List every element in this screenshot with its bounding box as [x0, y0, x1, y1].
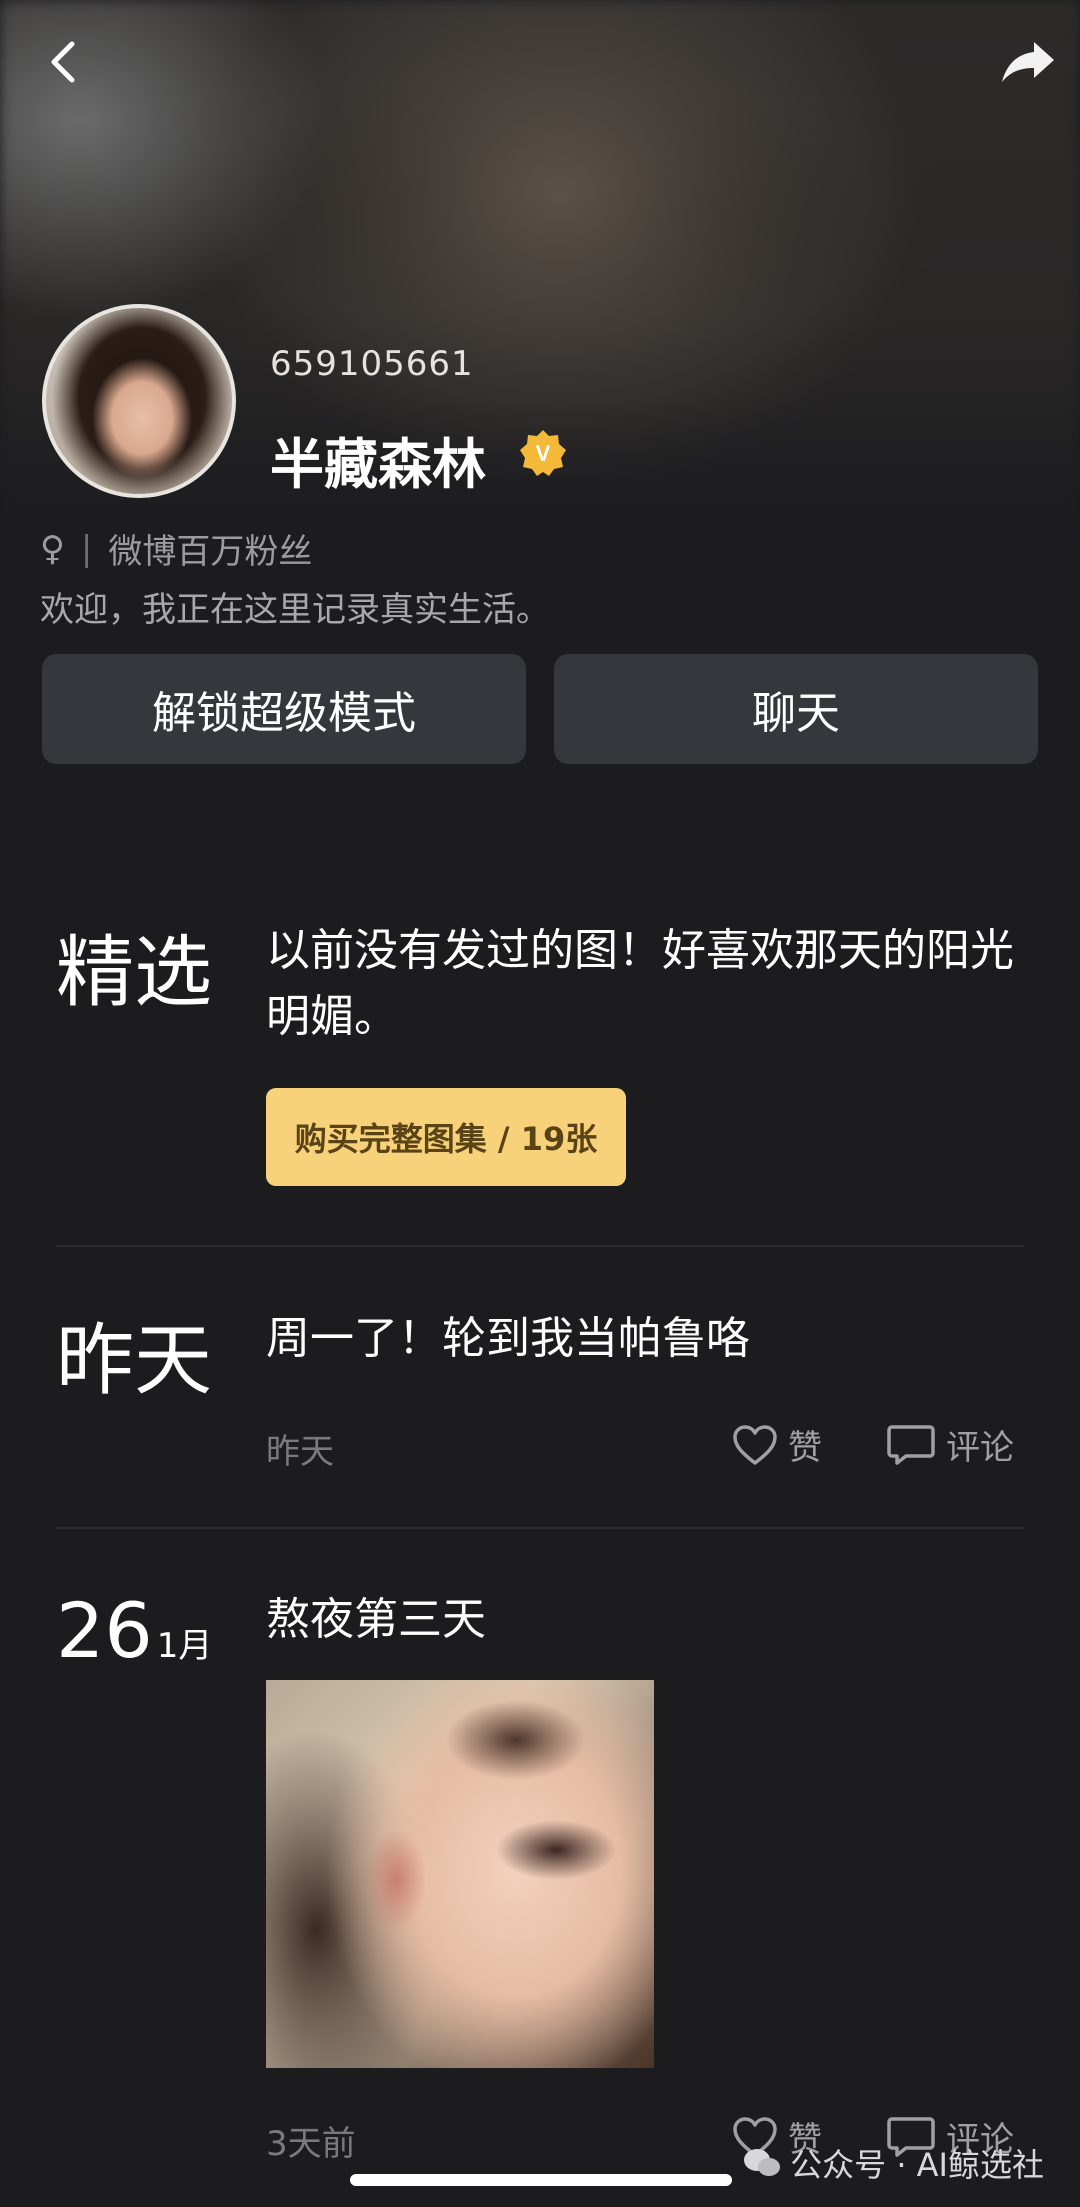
post-time: 昨天 [266, 1432, 334, 1472]
back-icon [51, 41, 75, 83]
like-label: 赞 [788, 1428, 822, 1468]
post-date-month: 1月 [156, 1626, 213, 1666]
gender-icon: ♀ [40, 528, 65, 569]
unlock-super-mode-button[interactable]: 解锁超级模式 [42, 654, 526, 764]
meta-separator: | [80, 528, 93, 569]
avatar[interactable] [42, 304, 236, 498]
buy-album-button[interactable]: 购买完整图集 / 19张 [266, 1088, 626, 1186]
chat-button[interactable]: 聊天 [554, 654, 1038, 764]
user-name: 半藏森林 [270, 433, 486, 496]
comment-icon [887, 1424, 935, 1465]
share-icon [1002, 42, 1054, 82]
post-date-label: 昨天 [56, 1316, 213, 1406]
back-button[interactable] [32, 30, 96, 94]
heart-icon [733, 1424, 777, 1465]
post-date: 26 1月 [56, 1586, 212, 1675]
wechat-icon [744, 2149, 781, 2176]
divider [56, 1527, 1024, 1529]
like-button[interactable]: 赞 [732, 1420, 822, 1469]
comment-button[interactable]: 评论 [886, 1420, 1014, 1469]
featured-label: 精选 [56, 928, 213, 1018]
post-time: 3天前 [266, 2124, 356, 2164]
verified-badge-letter: V [536, 441, 551, 466]
post-text[interactable]: 周一了！轮到我当帕鲁咯 [266, 1306, 1036, 1372]
post-photo[interactable] [266, 1680, 654, 2068]
post-text[interactable]: 熬夜第三天 [266, 1587, 1036, 1653]
divider [56, 1245, 1024, 1247]
watermark: 公众号 · AI鲸选社 [742, 2140, 1044, 2186]
user-id: 659105661 [270, 344, 474, 384]
comment-label: 评论 [946, 1428, 1014, 1468]
profile-meta: ♀ | 微博百万粉丝 [40, 524, 312, 573]
post-date-day: 26 [56, 1586, 153, 1675]
watermark-text: 公众号 · AI鲸选社 [790, 2146, 1044, 2184]
home-indicator[interactable] [350, 2174, 732, 2186]
share-button[interactable] [996, 30, 1060, 94]
post-text[interactable]: 以前没有发过的图！好喜欢那天的阳光明媚。 [266, 918, 1036, 1050]
profile-tagline: 微博百万粉丝 [108, 532, 313, 572]
verified-badge-icon: V [520, 430, 566, 476]
profile-bio: 欢迎，我正在这里记录真实生活。 [40, 590, 550, 630]
